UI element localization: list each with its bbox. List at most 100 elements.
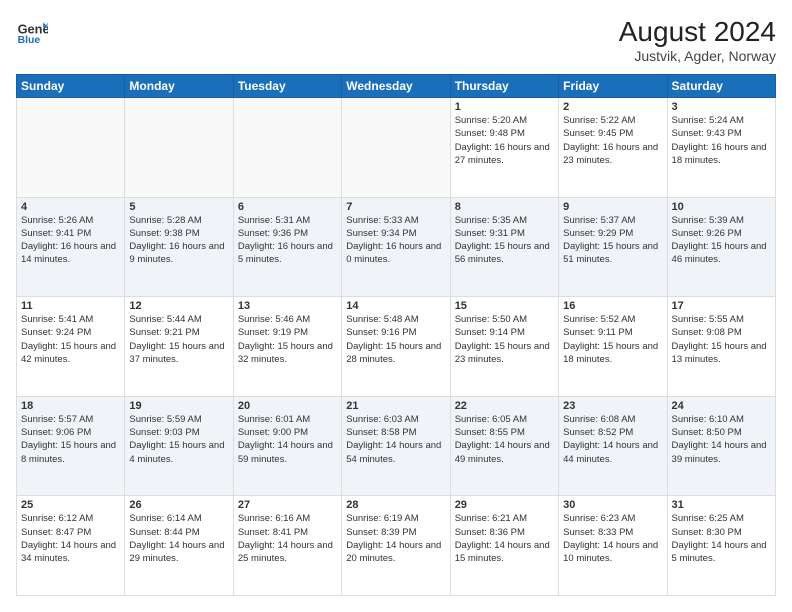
daylight-text: Daylight: 15 hours and 46 minutes.: [672, 241, 767, 265]
table-row: [233, 98, 341, 198]
day-number: 19: [129, 400, 228, 412]
table-row: 26Sunrise: 6:14 AMSunset: 8:44 PMDayligh…: [125, 496, 233, 596]
day-info: Sunrise: 5:37 AMSunset: 9:29 PMDaylight:…: [563, 214, 662, 267]
daylight-text: Daylight: 14 hours and 5 minutes.: [672, 540, 767, 564]
table-row: 22Sunrise: 6:05 AMSunset: 8:55 PMDayligh…: [450, 396, 558, 496]
sunset-text: Sunset: 9:41 PM: [21, 228, 91, 239]
svg-text:Blue: Blue: [18, 35, 41, 46]
sunset-text: Sunset: 9:24 PM: [21, 327, 91, 338]
daylight-text: Daylight: 15 hours and 23 minutes.: [455, 341, 550, 365]
table-row: 18 Sunrise: 5:57 AM Sunset: 9:06 PM Dayligh…: [17, 396, 125, 496]
daylight-text: Daylight: 15 hours and 4 minutes.: [129, 440, 224, 464]
table-row: 7 Sunrise: 5:33 AM Sunset: 9:34 PM Daylight…: [342, 197, 450, 297]
day-number: 11: [21, 300, 120, 312]
table-row: [342, 98, 450, 198]
sunrise-text: Sunrise: 6:25 AM: [672, 513, 744, 524]
table-row: 17Sunrise: 5:55 AMSunset: 9:08 PMDayligh…: [667, 297, 775, 397]
day-info: Sunrise: 5:20 AMSunset: 9:48 PMDaylight:…: [455, 114, 554, 167]
daylight-text: Daylight: 14 hours and 49 minutes.: [455, 440, 550, 464]
daylight-text: Daylight: 14 hours and 39 minutes.: [672, 440, 767, 464]
day-info: Sunrise: 5:44 AMSunset: 9:21 PMDaylight:…: [129, 313, 228, 366]
daylight-text: Daylight: 16 hours and 0 minutes.: [346, 241, 441, 265]
sunrise-text: Sunrise: 5:22 AM: [563, 115, 635, 126]
day-info: Sunrise: 6:14 AMSunset: 8:44 PMDaylight:…: [129, 512, 228, 565]
sunrise-text: Sunrise: 5:24 AM: [672, 115, 744, 126]
header: General Blue August 2024 Justvik, Agder,…: [16, 16, 776, 64]
day-info: Sunrise: 6:19 AMSunset: 8:39 PMDaylight:…: [346, 512, 445, 565]
table-row: 3Sunrise: 5:24 AMSunset: 9:43 PMDaylight…: [667, 98, 775, 198]
sunset-text: Sunset: 9:29 PM: [563, 228, 633, 239]
table-row: 13Sunrise: 5:46 AMSunset: 9:19 PMDayligh…: [233, 297, 341, 397]
table-row: 9Sunrise: 5:37 AMSunset: 9:29 PMDaylight…: [559, 197, 667, 297]
daylight-text: Daylight: 15 hours and 8 minutes.: [21, 440, 116, 464]
table-row: 12Sunrise: 5:44 AMSunset: 9:21 PMDayligh…: [125, 297, 233, 397]
sunset-text: Sunset: 9:00 PM: [238, 427, 308, 438]
daylight-text: Daylight: 14 hours and 10 minutes.: [563, 540, 658, 564]
table-row: 19Sunrise: 5:59 AMSunset: 9:03 PMDayligh…: [125, 396, 233, 496]
day-info: Sunrise: 6:16 AMSunset: 8:41 PMDaylight:…: [238, 512, 337, 565]
day-number: 4: [21, 201, 120, 213]
table-row: 28Sunrise: 6:19 AMSunset: 8:39 PMDayligh…: [342, 496, 450, 596]
day-number: 7: [346, 201, 445, 213]
sunrise-text: Sunrise: 6:05 AM: [455, 414, 527, 425]
day-number: 31: [672, 499, 771, 511]
sunset-text: Sunset: 9:31 PM: [455, 228, 525, 239]
daylight-text: Daylight: 15 hours and 51 minutes.: [563, 241, 658, 265]
sunset-text: Sunset: 8:33 PM: [563, 527, 633, 538]
day-info: Sunrise: 5:26 AMSunset: 9:41 PMDaylight:…: [21, 214, 120, 267]
sunrise-text: Sunrise: 5:55 AM: [672, 314, 744, 325]
day-number: 23: [563, 400, 662, 412]
sunset-text: Sunset: 8:44 PM: [129, 527, 199, 538]
header-sunday: Sunday: [17, 75, 125, 98]
day-info: Sunrise: 5:55 AMSunset: 9:08 PMDaylight:…: [672, 313, 771, 366]
day-info: Sunrise: 5:50 AMSunset: 9:14 PMDaylight:…: [455, 313, 554, 366]
sunrise-text: Sunrise: 5:57 AM: [21, 414, 93, 425]
table-row: [125, 98, 233, 198]
day-number: 10: [672, 201, 771, 213]
day-info: Sunrise: 6:25 AMSunset: 8:30 PMDaylight:…: [672, 512, 771, 565]
table-row: 31Sunrise: 6:25 AMSunset: 8:30 PMDayligh…: [667, 496, 775, 596]
table-row: 30Sunrise: 6:23 AMSunset: 8:33 PMDayligh…: [559, 496, 667, 596]
daylight-text: Daylight: 16 hours and 18 minutes.: [672, 142, 767, 166]
day-info: Sunrise: 5:48 AMSunset: 9:16 PMDaylight:…: [346, 313, 445, 366]
sunrise-text: Sunrise: 5:35 AM: [455, 215, 527, 226]
sunset-text: Sunset: 8:47 PM: [21, 527, 91, 538]
day-info: Sunrise: 5:24 AMSunset: 9:43 PMDaylight:…: [672, 114, 771, 167]
daylight-text: Daylight: 14 hours and 54 minutes.: [346, 440, 441, 464]
header-friday: Friday: [559, 75, 667, 98]
day-info: Sunrise: 5:41 AMSunset: 9:24 PMDaylight:…: [21, 313, 120, 366]
title-block: August 2024 Justvik, Agder, Norway: [619, 16, 776, 64]
daylight-text: Daylight: 15 hours and 18 minutes.: [563, 341, 658, 365]
day-number: 30: [563, 499, 662, 511]
daylight-text: Daylight: 14 hours and 25 minutes.: [238, 540, 333, 564]
sunrise-text: Sunrise: 6:10 AM: [672, 414, 744, 425]
sunrise-text: Sunrise: 5:33 AM: [346, 215, 418, 226]
day-number: 9: [563, 201, 662, 213]
daylight-text: Daylight: 15 hours and 37 minutes.: [129, 341, 224, 365]
header-thursday: Thursday: [450, 75, 558, 98]
day-number: 18: [21, 400, 120, 412]
day-info: Sunrise: 5:39 AMSunset: 9:26 PMDaylight:…: [672, 214, 771, 267]
table-row: 25Sunrise: 6:12 AMSunset: 8:47 PMDayligh…: [17, 496, 125, 596]
table-row: 5Sunrise: 5:28 AMSunset: 9:38 PMDaylight…: [125, 197, 233, 297]
day-number: 13: [238, 300, 337, 312]
day-info: Sunrise: 6:10 AMSunset: 8:50 PMDaylight:…: [672, 413, 771, 466]
sunset-text: Sunset: 9:34 PM: [346, 228, 416, 239]
day-number: 20: [238, 400, 337, 412]
table-row: 4Sunrise: 5:26 AMSunset: 9:41 PMDaylight…: [17, 197, 125, 297]
header-wednesday: Wednesday: [342, 75, 450, 98]
day-info: Sunrise: 5:31 AMSunset: 9:36 PMDaylight:…: [238, 214, 337, 267]
sunset-text: Sunset: 9:19 PM: [238, 327, 308, 338]
day-info: Sunrise: 6:21 AMSunset: 8:36 PMDaylight:…: [455, 512, 554, 565]
sunset-text: Sunset: 9:06 PM: [21, 427, 91, 438]
daylight-text: Daylight: 16 hours and 5 minutes.: [238, 241, 333, 265]
sunrise-text: Sunrise: 6:21 AM: [455, 513, 527, 524]
day-number: 16: [563, 300, 662, 312]
table-row: 20Sunrise: 6:01 AMSunset: 9:00 PMDayligh…: [233, 396, 341, 496]
day-info: Sunrise: 6:03 AMSunset: 8:58 PMDaylight:…: [346, 413, 445, 466]
page: General Blue August 2024 Justvik, Agder,…: [0, 0, 792, 612]
sunrise-text: Sunrise: 5:59 AM: [129, 414, 201, 425]
sunrise-text: Sunrise: 5:41 AM: [21, 314, 93, 325]
daylight-text: Daylight: 15 hours and 28 minutes.: [346, 341, 441, 365]
daylight-text: Daylight: 14 hours and 44 minutes.: [563, 440, 658, 464]
